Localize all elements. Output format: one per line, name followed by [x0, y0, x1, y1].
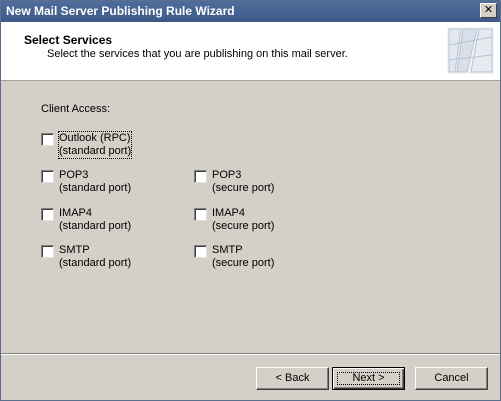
checkbox-label: SMTP (standard port): [59, 244, 132, 269]
checkbox-pop3-secure[interactable]: POP3 (secure port): [194, 169, 274, 195]
back-button[interactable]: < Back: [256, 367, 329, 390]
checkbox-imap4-standard[interactable]: IMAP4 (standard port): [41, 207, 131, 233]
checkbox-smtp-secure[interactable]: SMTP (secure port): [194, 244, 274, 270]
checkbox-outlook-rpc[interactable]: Outlook (RPC) (standard port): [41, 131, 133, 159]
checkbox-label: IMAP4 (secure port): [212, 207, 275, 232]
client-access-label: Client Access:: [41, 103, 111, 115]
checkbox-pop3-standard[interactable]: POP3 (standard port): [41, 169, 131, 195]
title-bar: New Mail Server Publishing Rule Wizard ✕: [1, 1, 500, 22]
checkbox-box[interactable]: [41, 170, 54, 183]
next-button[interactable]: Next >: [332, 367, 405, 390]
checkbox-label: Outlook (RPC) (standard port): [57, 131, 133, 159]
checkbox-box[interactable]: [41, 245, 54, 258]
close-button[interactable]: ✕: [480, 3, 497, 18]
wizard-header: Select Services Select the services that…: [1, 22, 500, 81]
wizard-graphic-icon: [447, 27, 494, 74]
page-title: Select Services: [24, 33, 113, 47]
checkbox-imap4-secure[interactable]: IMAP4 (secure port): [194, 207, 274, 233]
footer-divider: [1, 353, 500, 355]
checkbox-box[interactable]: [194, 170, 207, 183]
page-subtitle: Select the services that you are publish…: [47, 48, 348, 60]
checkbox-box[interactable]: [41, 133, 54, 146]
window-title: New Mail Server Publishing Rule Wizard: [6, 4, 235, 18]
checkbox-box[interactable]: [194, 208, 207, 221]
checkbox-box[interactable]: [41, 208, 54, 221]
cancel-button[interactable]: Cancel: [415, 367, 488, 390]
checkbox-label: IMAP4 (standard port): [59, 207, 132, 232]
wizard-window: New Mail Server Publishing Rule Wizard ✕…: [0, 0, 501, 401]
checkbox-label: POP3 (secure port): [212, 169, 275, 194]
checkbox-label: SMTP (secure port): [212, 244, 275, 269]
checkbox-box[interactable]: [194, 245, 207, 258]
checkbox-smtp-standard[interactable]: SMTP (standard port): [41, 244, 131, 270]
checkbox-label: POP3 (standard port): [59, 169, 132, 194]
close-icon: ✕: [483, 3, 494, 16]
